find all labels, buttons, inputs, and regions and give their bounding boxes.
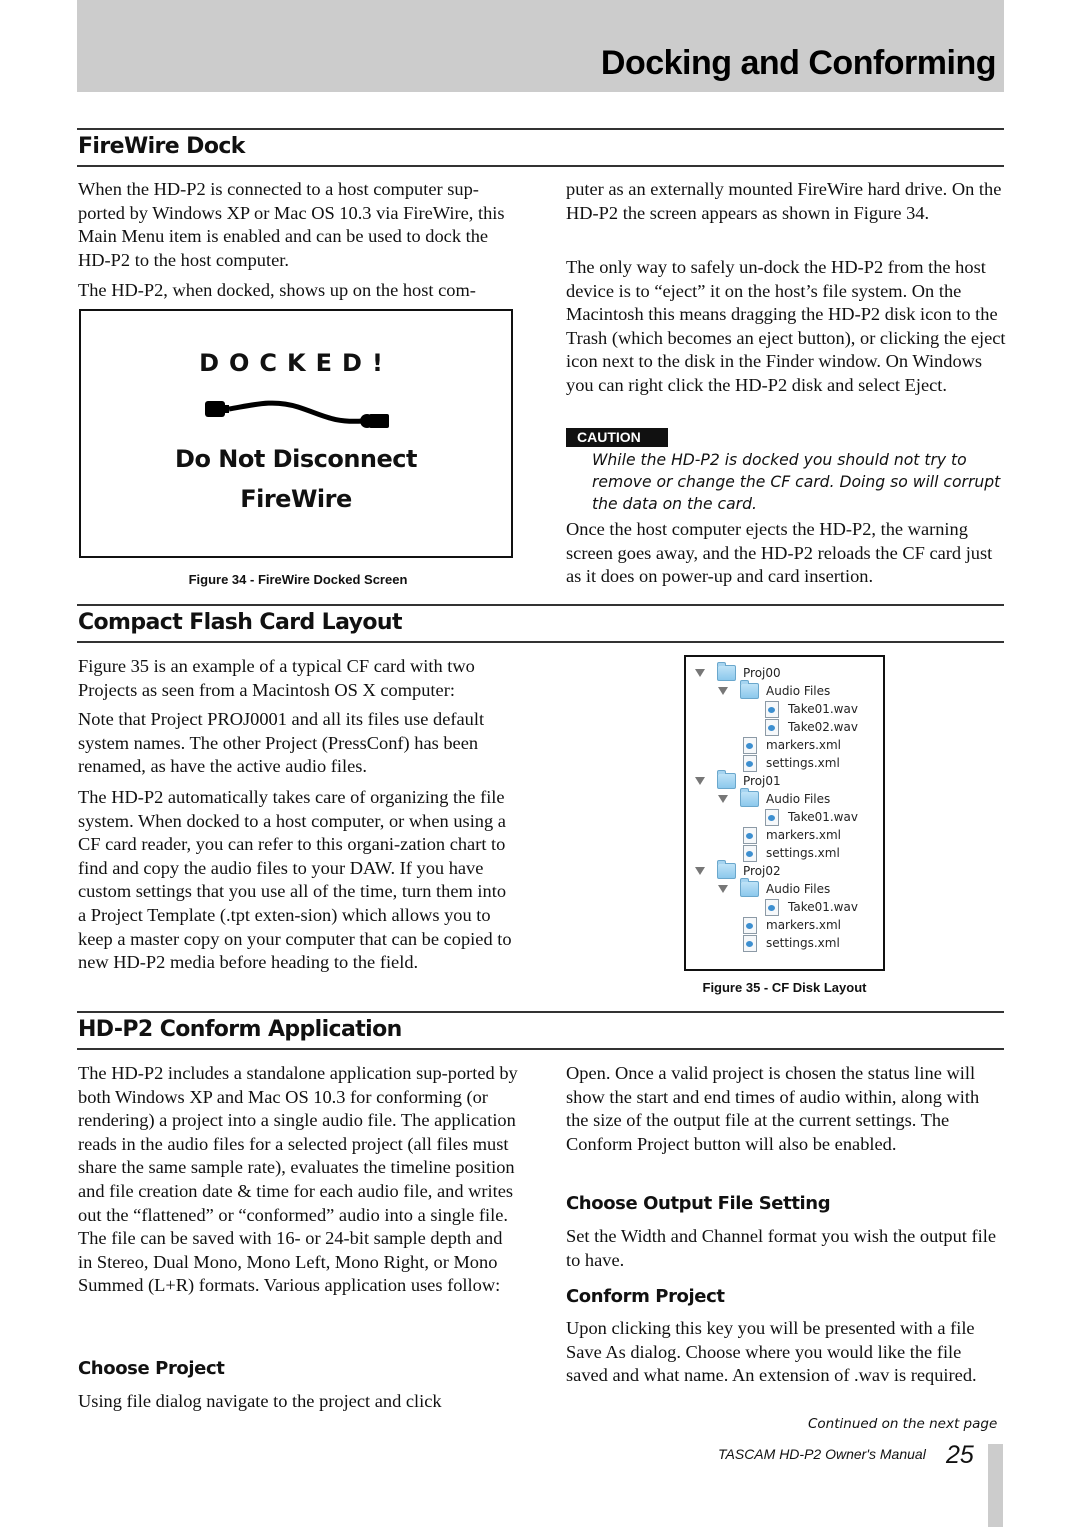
- tree-item-label: markers.xml: [766, 918, 842, 932]
- paragraph: The only way to safely un-dock the HD-P2…: [566, 257, 1006, 395]
- tree-item-label: Take01.wav: [788, 900, 858, 914]
- continued-note: Continued on the next page: [808, 1416, 998, 1432]
- section-rule-top: [77, 604, 1004, 606]
- paragraph: The HD-P2, when docked, shows up on the …: [78, 280, 476, 300]
- tree-file-row[interactable]: Take01.wav: [765, 898, 858, 916]
- subheading-choose-output: Choose Output File Setting: [566, 1193, 831, 1214]
- file-icon: [743, 754, 757, 772]
- firewire-cable-icon: [205, 400, 389, 428]
- file-icon: [743, 736, 757, 754]
- tree-item-label: markers.xml: [766, 828, 842, 842]
- folder-icon: [717, 860, 736, 879]
- caution-badge: CAUTION: [566, 428, 668, 447]
- figure-caption: Figure 35 - CF Disk Layout: [702, 980, 867, 995]
- figure-caption: Figure 34 - FireWire Docked Screen: [188, 572, 408, 587]
- disclosure-triangle-icon[interactable]: [695, 669, 705, 677]
- tree-file-row[interactable]: markers.xml: [743, 826, 841, 844]
- section-rule-bottom: [77, 641, 1004, 643]
- subheading-choose-project: Choose Project: [78, 1358, 225, 1379]
- tree-folder-row[interactable]: Proj00: [695, 662, 781, 682]
- disclosure-triangle-icon[interactable]: [695, 867, 705, 875]
- tree-item-label: settings.xml: [766, 846, 840, 860]
- disclosure-triangle-icon[interactable]: [718, 687, 728, 695]
- tree-item-label: Audio Files: [766, 882, 831, 896]
- tree-file-row[interactable]: markers.xml: [743, 916, 841, 934]
- tree-folder-row[interactable]: Proj01: [695, 770, 781, 790]
- subheading-conform-project: Conform Project: [566, 1286, 725, 1307]
- file-icon: [743, 934, 757, 952]
- docked-text: DOCKED!: [199, 349, 393, 377]
- file-icon: [765, 718, 779, 736]
- tree-item-label: Proj01: [743, 774, 781, 788]
- section-rule-top: [77, 128, 1004, 130]
- disclosure-triangle-icon[interactable]: [695, 777, 705, 785]
- tree-file-row[interactable]: Take01.wav: [765, 808, 858, 826]
- tree-item-label: markers.xml: [766, 738, 842, 752]
- paragraph: Using file dialog navigate to the projec…: [78, 1391, 442, 1411]
- section-heading-firewire-dock: FireWire Dock: [78, 134, 245, 159]
- tree-file-row[interactable]: Take02.wav: [765, 718, 858, 736]
- tree-file-row[interactable]: Take01.wav: [765, 700, 858, 718]
- tree-file-row[interactable]: markers.xml: [743, 736, 841, 754]
- tree-item-label: Proj02: [743, 864, 781, 878]
- tree-file-row[interactable]: settings.xml: [743, 754, 840, 772]
- paragraph: When the HD-P2 is connected to a host co…: [78, 179, 505, 270]
- chapter-title: Docking and Conforming: [600, 44, 997, 82]
- section-rule-top: [77, 1011, 1004, 1013]
- page-number: 25: [946, 1441, 974, 1469]
- paragraph: Once the host computer ejects the HD-P2,…: [566, 519, 993, 587]
- tree-item-label: settings.xml: [766, 936, 840, 950]
- paragraph: Open. Once a valid project is chosen the…: [566, 1063, 980, 1154]
- do-not-disconnect-text: Do Not Disconnect: [175, 445, 417, 473]
- tree-folder-row[interactable]: Audio Files: [718, 788, 831, 808]
- paragraph: puter as an externally mounted FireWire …: [566, 179, 1002, 223]
- folder-icon: [717, 662, 736, 681]
- tree-item-label: Take02.wav: [788, 720, 858, 734]
- tree-file-row[interactable]: settings.xml: [743, 844, 840, 862]
- chapter-header-band: Docking and Conforming: [77, 0, 1004, 92]
- tree-item-label: Take01.wav: [788, 810, 858, 824]
- folder-icon: [740, 680, 759, 699]
- file-icon: [765, 898, 779, 916]
- section-rule-bottom: [77, 165, 1004, 167]
- file-icon: [743, 844, 757, 862]
- tree-item-label: Audio Files: [766, 792, 831, 806]
- paragraph: The HD-P2 includes a standalone applicat…: [78, 1063, 518, 1296]
- file-icon: [743, 916, 757, 934]
- tree-item-label: Take01.wav: [788, 702, 858, 716]
- section-rule-bottom: [77, 1048, 1004, 1050]
- disclosure-triangle-icon[interactable]: [718, 795, 728, 803]
- paragraph: The HD-P2 automatically takes care of or…: [78, 787, 512, 973]
- file-icon: [743, 826, 757, 844]
- paragraph: Figure 35 is an example of a typical CF …: [78, 656, 475, 700]
- folder-icon: [740, 788, 759, 807]
- folder-icon: [740, 878, 759, 897]
- tree-folder-row[interactable]: Audio Files: [718, 878, 831, 898]
- disclosure-triangle-icon[interactable]: [718, 885, 728, 893]
- tree-folder-row[interactable]: Audio Files: [718, 680, 831, 700]
- tree-item-label: Proj00: [743, 666, 781, 680]
- paragraph: Upon clicking this key you will be prese…: [566, 1318, 977, 1386]
- tree-folder-row[interactable]: Proj02: [695, 860, 781, 880]
- section-heading-conform-app: HD-P2 Conform Application: [78, 1017, 402, 1042]
- file-icon: [765, 700, 779, 718]
- page-edge-tab: [988, 1444, 1003, 1527]
- tree-file-row[interactable]: settings.xml: [743, 934, 840, 952]
- figure-cf-disk-layout: Proj00 Audio Files Take01.wav Take02.wav mar…: [684, 655, 885, 971]
- tree-item-label: Audio Files: [766, 684, 831, 698]
- paragraph: Set the Width and Channel format you wis…: [566, 1226, 997, 1270]
- section-heading-cf-layout: Compact Flash Card Layout: [78, 610, 403, 635]
- figure-firewire-docked-screen: DOCKED! Do Not Disconnect FireWire: [79, 309, 513, 558]
- caution-text: While the HD-P2 is docked you should not…: [592, 451, 1001, 513]
- folder-icon: [717, 770, 736, 789]
- tree-item-label: settings.xml: [766, 756, 840, 770]
- firewire-text: FireWire: [240, 485, 352, 513]
- file-icon: [765, 808, 779, 826]
- paragraph: Note that Project PROJ0001 and all its f…: [78, 709, 485, 777]
- manual-title: TASCAM HD-P2 Owner's Manual: [718, 1446, 926, 1462]
